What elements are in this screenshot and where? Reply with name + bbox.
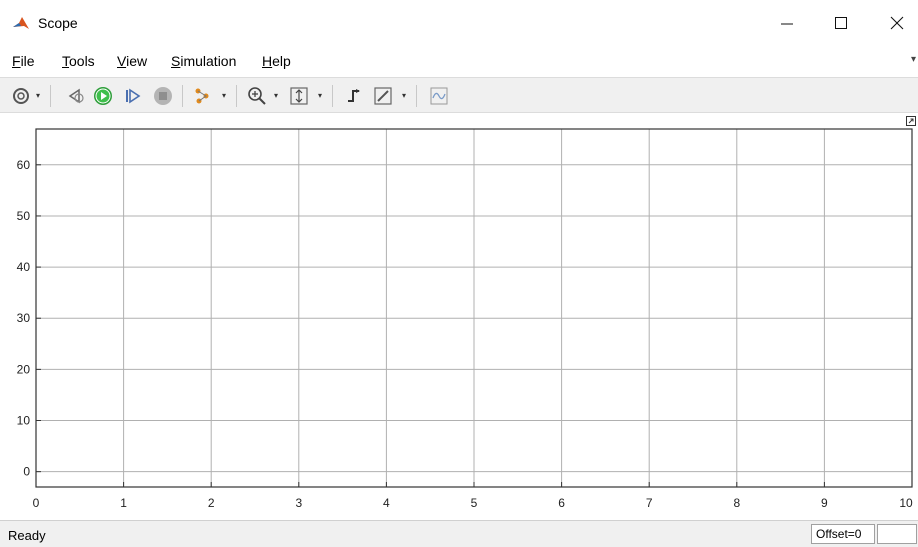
- plot-area[interactable]: 0 1 2 3 4 5 6 7 8 9 10 0 10 20 30 40 50 60: [0, 114, 918, 520]
- toolbar-separator: [416, 85, 417, 107]
- menu-tools-accel: T: [62, 53, 69, 69]
- step-forward-icon[interactable]: [122, 85, 144, 107]
- highlight-signal-icon[interactable]: [192, 85, 214, 107]
- maximize-icon: [835, 17, 847, 29]
- zoom-dropdown-icon[interactable]: ▾: [274, 91, 278, 100]
- expand-axes-icon[interactable]: [906, 116, 916, 126]
- status-text: Ready: [8, 528, 46, 543]
- toolbar-separator: [50, 85, 51, 107]
- x-tick-label: 3: [295, 496, 302, 510]
- minimize-icon: [781, 23, 793, 25]
- y-tick-label: 30: [17, 311, 31, 325]
- x-tick-label: 6: [558, 496, 565, 510]
- menu-view-label: iew: [126, 53, 148, 69]
- x-tick-label: 10: [899, 496, 913, 510]
- y-tick-label: 10: [17, 414, 31, 428]
- signal-triggers-icon[interactable]: [344, 85, 366, 107]
- x-tick-label: 4: [383, 496, 390, 510]
- menu-help[interactable]: Help: [262, 53, 291, 69]
- toolbar-separator: [332, 85, 333, 107]
- scale-dropdown-icon[interactable]: ▾: [318, 91, 322, 100]
- settings-dropdown-icon[interactable]: ▾: [36, 91, 40, 100]
- x-tick-label: 1: [120, 496, 127, 510]
- menu-file[interactable]: File: [12, 53, 35, 69]
- highlight-dropdown-icon[interactable]: ▾: [222, 91, 226, 100]
- menu-help-accel: H: [262, 53, 273, 69]
- menu-tools[interactable]: Tools: [62, 53, 95, 69]
- step-back-icon[interactable]: [64, 85, 86, 107]
- style-icon[interactable]: [372, 85, 394, 107]
- close-icon: [890, 16, 904, 30]
- y-tick-label: 50: [17, 209, 31, 223]
- x-tick-label: 2: [208, 496, 215, 510]
- maximize-button[interactable]: [826, 8, 856, 38]
- x-tick-label: 5: [471, 496, 478, 510]
- menu-simulation-label: imulation: [180, 53, 237, 69]
- y-tick-label: 60: [17, 158, 31, 172]
- toolbar-separator: [182, 85, 183, 107]
- menu-view-accel: V: [117, 53, 127, 69]
- status-field: [877, 524, 917, 544]
- y-tick-label: 20: [17, 362, 31, 376]
- menu-simulation-accel: S: [171, 53, 181, 69]
- stop-icon[interactable]: [152, 85, 174, 107]
- menu-help-label: elp: [272, 53, 291, 69]
- menu-simulation[interactable]: Simulation: [171, 53, 236, 69]
- x-tick-label: 8: [733, 496, 740, 510]
- run-icon[interactable]: [92, 85, 114, 107]
- menu-bar: File Tools View Simulation Help ▾: [0, 46, 918, 76]
- y-tick-label: 0: [23, 465, 30, 479]
- style-dropdown-icon[interactable]: ▾: [402, 91, 406, 100]
- toolbar-separator: [236, 85, 237, 107]
- x-tick-label: 9: [821, 496, 828, 510]
- matlab-logo-icon: [12, 14, 30, 32]
- menu-tools-label: ools: [69, 53, 95, 69]
- title-bar: Scope: [0, 0, 918, 46]
- window-title: Scope: [38, 15, 78, 31]
- status-bar: Ready Offset=0: [0, 520, 918, 547]
- y-tick-label: 40: [17, 260, 31, 274]
- settings-icon[interactable]: [10, 85, 32, 107]
- menu-view[interactable]: View: [117, 53, 147, 69]
- minimize-button[interactable]: [772, 8, 802, 38]
- scope-chart: 0 1 2 3 4 5 6 7 8 9 10 0 10 20 30 40 50 60: [17, 128, 913, 510]
- menu-file-label: ile: [20, 53, 35, 69]
- x-tick-label: 0: [33, 496, 40, 510]
- cursor-measurements-icon[interactable]: [428, 85, 450, 107]
- menu-file-accel: F: [12, 53, 21, 69]
- scale-axes-icon[interactable]: [288, 85, 310, 107]
- close-button[interactable]: [882, 8, 912, 38]
- offset-readout: Offset=0: [811, 524, 875, 544]
- toolbar: ▾ ▾ ▾ ▾ ▾: [0, 77, 918, 113]
- zoom-icon[interactable]: [246, 85, 268, 107]
- x-tick-label: 7: [646, 496, 653, 510]
- menu-collapse-icon[interactable]: ▾: [911, 54, 916, 65]
